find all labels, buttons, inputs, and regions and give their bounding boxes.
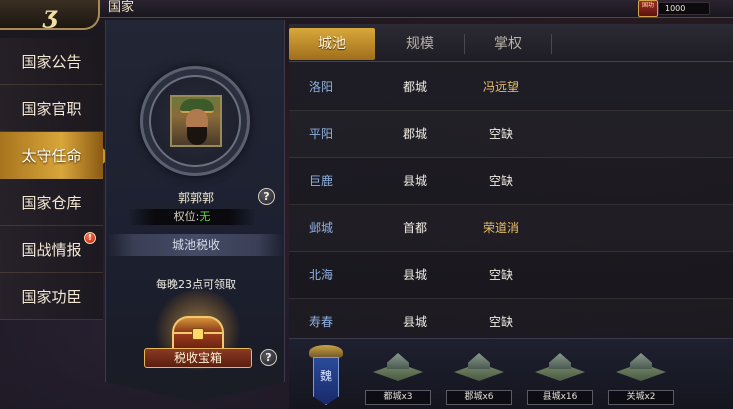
city-governor: 冯远望 bbox=[482, 80, 519, 94]
kingdom-name: 魏 bbox=[319, 369, 332, 383]
governor-panel: 郭郭郭 权位:无 ? 城池税收 每晚23点可领取 税收宝箱 ? bbox=[105, 20, 286, 402]
city-governor: 空缺 bbox=[488, 127, 513, 141]
menu-item-announcement[interactable]: 国家公告 bbox=[0, 38, 103, 85]
rank-help-icon[interactable]: ? bbox=[258, 188, 275, 205]
menu-item-label: 国家公告 bbox=[21, 52, 82, 71]
city-name: 洛阳 bbox=[309, 80, 334, 94]
menu-item-label: 国战情报 bbox=[21, 240, 82, 259]
city-list-panel: 城池 规模 掌权 洛阳 都城 冯远望 平阳 郡城 空缺 巨鹿 县城 空缺 邺城 … bbox=[289, 24, 733, 346]
chest-help-icon[interactable]: ? bbox=[260, 349, 277, 366]
city-name: 巨鹿 bbox=[309, 174, 334, 188]
holding-label: 都城x3 bbox=[365, 390, 431, 405]
holding-label: 郡城x6 bbox=[446, 390, 512, 405]
city-name: 平阳 bbox=[309, 127, 334, 141]
hero-portrait[interactable] bbox=[170, 95, 222, 147]
city-type: 首都 bbox=[403, 221, 428, 235]
table-row[interactable]: 北海 县城 空缺 bbox=[289, 252, 733, 299]
table-row[interactable]: 洛阳 都城 冯远望 bbox=[289, 64, 733, 111]
national-merit-value: 1000 bbox=[658, 2, 710, 15]
city-type: 郡城 bbox=[403, 127, 428, 141]
city-governor: 空缺 bbox=[488, 174, 513, 188]
menu-item-label: 国家仓库 bbox=[21, 193, 82, 212]
menu-item-label: 国家功臣 bbox=[21, 287, 82, 306]
pass-city-icon bbox=[616, 349, 666, 383]
menu-item-governor-appointment[interactable]: 太守任命 bbox=[0, 132, 110, 179]
menu-item-war-intel[interactable]: 国战情报 ! bbox=[0, 226, 103, 273]
menu-item-officials[interactable]: 国家官职 bbox=[0, 85, 103, 132]
rank-value: 无 bbox=[199, 210, 211, 223]
page-title: 国家 bbox=[108, 0, 135, 15]
city-governor: 空缺 bbox=[488, 268, 513, 282]
back-logo-button[interactable]: ʒ bbox=[0, 0, 100, 30]
menu-item-warehouse[interactable]: 国家仓库 bbox=[0, 179, 103, 226]
capital-city-icon bbox=[373, 349, 423, 383]
holdings-bar: 魏 都城x3 郡城x6 县城x16 关城x2 bbox=[289, 338, 733, 409]
logo-emblem-icon: ʒ bbox=[43, 0, 57, 29]
city-table: 洛阳 都城 冯远望 平阳 郡城 空缺 巨鹿 县城 空缺 邺城 首都 荣道消 北海… bbox=[289, 64, 733, 346]
tab-scale[interactable]: 规模 bbox=[377, 28, 463, 60]
city-type: 县城 bbox=[403, 174, 428, 188]
holding-label: 县城x16 bbox=[527, 390, 593, 405]
table-row[interactable]: 巨鹿 县城 空缺 bbox=[289, 158, 733, 205]
holding-capital[interactable]: 都城x3 bbox=[363, 347, 433, 407]
tax-banner: 城池税收 bbox=[108, 234, 284, 256]
holding-county[interactable]: 县城x16 bbox=[525, 347, 595, 407]
rank-bar: 权位:无 bbox=[128, 209, 256, 225]
tab-cities[interactable]: 城池 bbox=[289, 28, 375, 60]
menu-item-label: 国家官职 bbox=[21, 99, 82, 118]
tab-power[interactable]: 掌权 bbox=[465, 28, 551, 60]
side-menu: 国家公告 国家官职 太守任命 国家仓库 国战情报 ! 国家功臣 bbox=[0, 38, 110, 320]
holding-commandery[interactable]: 郡城x6 bbox=[444, 347, 514, 407]
county-city-icon bbox=[535, 349, 585, 383]
table-row[interactable]: 平阳 郡城 空缺 bbox=[289, 111, 733, 158]
tax-chest-button[interactable]: 税收宝箱 bbox=[144, 348, 252, 368]
city-name: 北海 bbox=[309, 268, 334, 282]
kingdom-flag-icon: 魏 bbox=[303, 345, 349, 407]
menu-item-heroes[interactable]: 国家功臣 bbox=[0, 273, 103, 320]
tab-bar: 城池 规模 掌权 bbox=[289, 24, 733, 62]
city-governor: 荣道消 bbox=[482, 221, 519, 235]
commandery-city-icon bbox=[454, 349, 504, 383]
city-type: 都城 bbox=[403, 80, 428, 94]
top-bar: 国家 国功 1000 bbox=[0, 0, 733, 18]
table-row[interactable]: 邺城 首都 荣道消 bbox=[289, 205, 733, 252]
city-name: 邺城 bbox=[309, 221, 334, 235]
holding-label: 关城x2 bbox=[608, 390, 674, 405]
national-merit-icon: 国功 bbox=[638, 0, 658, 17]
rank-label: 权位: bbox=[173, 210, 200, 223]
menu-item-label: 太守任命 bbox=[21, 146, 82, 165]
city-type: 县城 bbox=[403, 268, 428, 282]
alert-badge-icon: ! bbox=[84, 232, 96, 244]
holding-pass[interactable]: 关城x2 bbox=[606, 347, 676, 407]
